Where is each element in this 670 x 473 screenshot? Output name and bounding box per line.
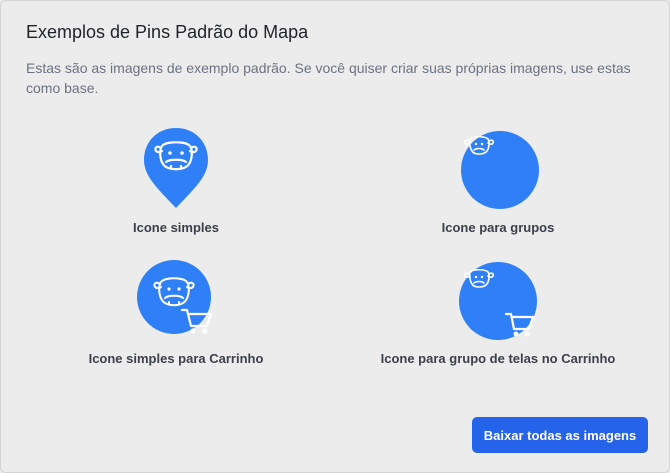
download-all-button[interactable]: Baixar todas as imagens [472, 417, 648, 453]
cart-cow-icon [137, 260, 213, 334]
example-label-cart: Icone simples para Carrinho [88, 351, 264, 366]
example-card-group-cart: Icone para grupo de telas no Carrinho [348, 259, 648, 379]
example-card-simple: Icone simples [26, 126, 326, 246]
modal-title: Exemplos de Pins Padrão do Mapa [26, 22, 309, 42]
modal-description: Estas são as imagens de exemplo padrão. … [26, 60, 631, 96]
single-pin-cow-icon [144, 128, 208, 208]
example-card-group: Icone para grupos [348, 126, 648, 246]
group-cow-icon [461, 131, 539, 209]
example-label-group-cart: Icone para grupo de telas no Carrinho [380, 351, 616, 366]
example-label-group: Icone para grupos [441, 220, 555, 235]
group-cart-cow-icon [459, 262, 537, 340]
example-card-cart: Icone simples para Carrinho [26, 259, 326, 379]
default-pins-modal: Exemplos de Pins Padrão do Mapa Estas sã… [0, 0, 670, 473]
example-label-simple: Icone simples [133, 220, 219, 235]
